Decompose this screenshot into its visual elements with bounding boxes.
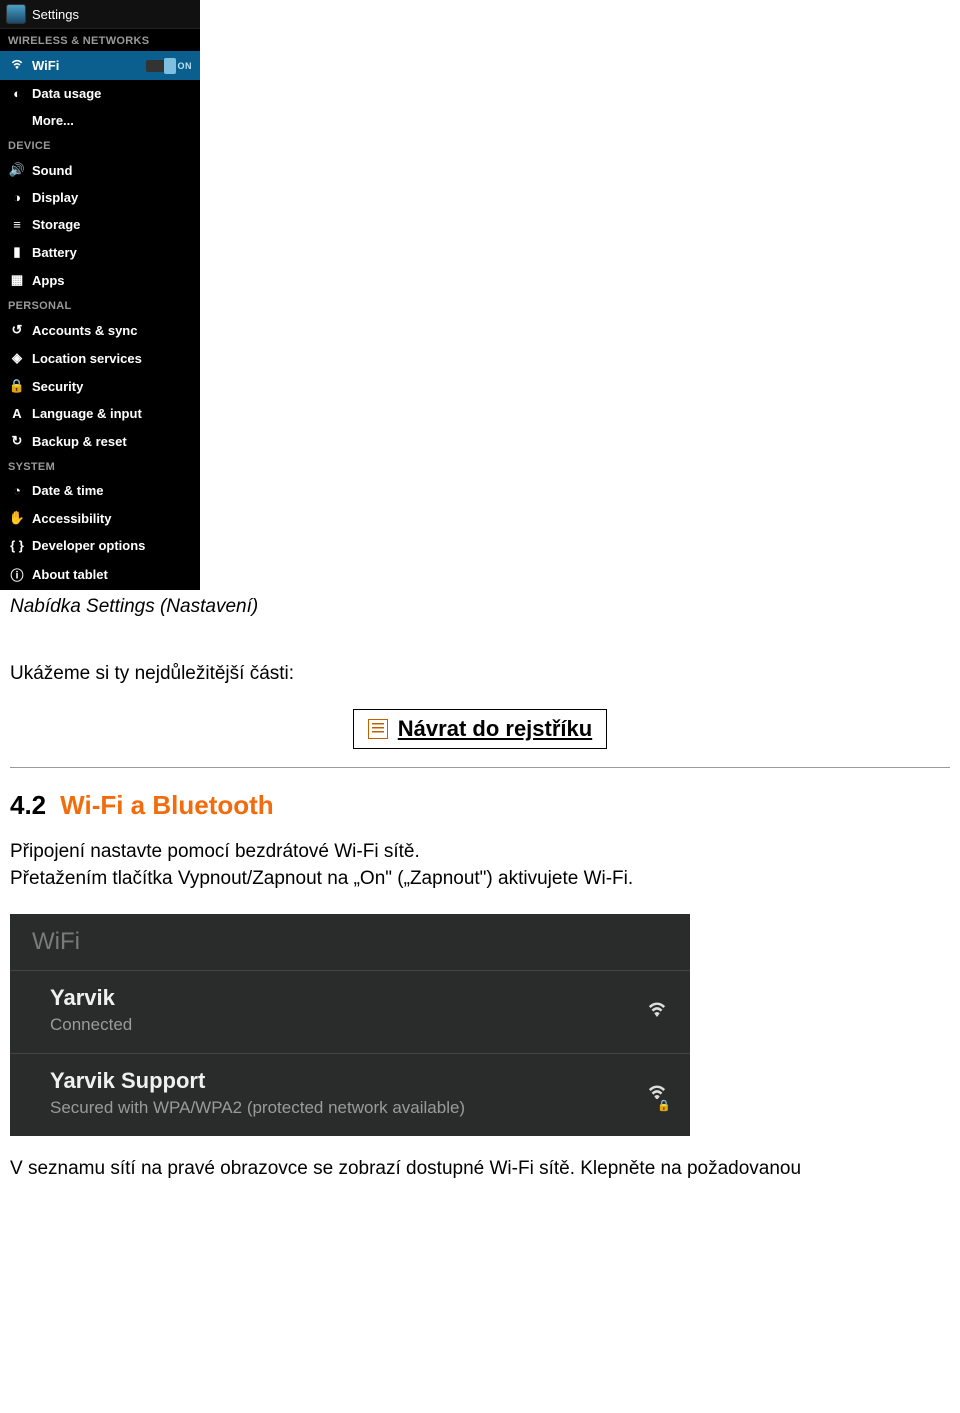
section-personal: PERSONAL	[0, 294, 200, 316]
wifi-network-name: Yarvik	[50, 985, 132, 1011]
hand-icon: ✋	[8, 510, 26, 526]
section-paragraph: Připojení nastavte pomocí bezdrátové Wi-…	[10, 839, 950, 892]
wifi-panel-title: WiFi	[10, 914, 690, 970]
item-developer[interactable]: { } Developer options	[0, 532, 200, 559]
item-sound[interactable]: 🔊 Sound	[0, 156, 200, 184]
item-accessibility[interactable]: ✋ Accessibility	[0, 504, 200, 532]
item-data-usage-label: Data usage	[32, 86, 101, 101]
item-security-label: Security	[32, 379, 83, 394]
backup-icon: ↻	[8, 433, 26, 449]
item-display-label: Display	[32, 190, 78, 205]
settings-title-bar: Settings	[0, 0, 200, 29]
item-battery[interactable]: ▮ Battery	[0, 238, 200, 266]
return-link-text: Návrat do rejstříku	[398, 716, 592, 742]
item-apps-label: Apps	[32, 273, 65, 288]
section-heading: 4.2 Wi-Fi a Bluetooth	[10, 790, 950, 821]
clock-icon: ◔	[8, 483, 26, 498]
return-to-index-link[interactable]: Návrat do rejstříku	[353, 709, 607, 749]
section-title: Wi-Fi a Bluetooth	[60, 790, 274, 821]
display-icon: ◑	[8, 190, 26, 205]
item-apps[interactable]: ▦ Apps	[0, 266, 200, 294]
item-about-label: About tablet	[32, 567, 108, 582]
item-display[interactable]: ◑ Display	[0, 184, 200, 211]
wifi-toggle[interactable]: ON	[146, 60, 193, 72]
item-storage[interactable]: ≡ Storage	[0, 211, 200, 238]
lock-badge-icon: 🔒	[656, 1099, 672, 1112]
item-datetime[interactable]: ◔ Date & time	[0, 477, 200, 504]
location-icon: ◈	[8, 350, 26, 366]
wifi-network-status: Connected	[50, 1015, 132, 1035]
sound-icon: 🔊	[8, 162, 26, 178]
apps-icon: ▦	[8, 272, 26, 288]
item-security[interactable]: 🔒 Security	[0, 372, 200, 400]
wifi-icon	[8, 57, 26, 74]
language-icon: A	[8, 406, 26, 421]
wifi-signal-secured-icon: 🔒	[646, 1080, 668, 1106]
section-device: DEVICE	[0, 134, 200, 156]
item-accounts-label: Accounts & sync	[32, 323, 137, 338]
settings-title: Settings	[32, 7, 79, 22]
item-wifi[interactable]: WiFi ON	[0, 51, 200, 80]
storage-icon: ≡	[8, 217, 26, 232]
item-battery-label: Battery	[32, 245, 77, 260]
list-icon	[368, 719, 388, 739]
wifi-list-screenshot: WiFi Yarvik Connected Yarvik Support Sec…	[10, 914, 690, 1136]
section-number: 4.2	[10, 790, 46, 821]
settings-app-icon	[6, 4, 26, 24]
item-location-label: Location services	[32, 351, 142, 366]
item-developer-label: Developer options	[32, 538, 145, 553]
lock-icon: 🔒	[8, 378, 26, 394]
intro-text: Ukážeme si ty nejdůležitější části:	[10, 663, 950, 685]
section-system: SYSTEM	[0, 455, 200, 477]
wifi-toggle-state: ON	[178, 61, 193, 71]
info-icon: ⓘ	[8, 565, 26, 584]
wifi-network-row[interactable]: Yarvik Connected	[10, 970, 690, 1053]
section-wireless: WIRELESS & NETWORKS	[0, 29, 200, 51]
item-backup[interactable]: ↻ Backup & reset	[0, 427, 200, 455]
data-usage-icon: ◐	[8, 86, 26, 101]
figure-caption: Nabídka Settings (Nastavení)	[10, 596, 950, 618]
sync-icon: ↺	[8, 322, 26, 338]
braces-icon: { }	[8, 538, 26, 553]
item-storage-label: Storage	[32, 217, 80, 232]
item-about[interactable]: ⓘ About tablet	[0, 559, 200, 590]
item-more-label: More...	[32, 113, 74, 128]
wifi-network-name: Yarvik Support	[50, 1068, 465, 1094]
wifi-network-status: Secured with WPA/WPA2 (protected network…	[50, 1098, 465, 1118]
wifi-network-row[interactable]: Yarvik Support Secured with WPA/WPA2 (pr…	[10, 1053, 690, 1136]
item-backup-label: Backup & reset	[32, 434, 127, 449]
battery-icon: ▮	[8, 244, 26, 260]
item-accounts[interactable]: ↺ Accounts & sync	[0, 316, 200, 344]
item-language-label: Language & input	[32, 406, 142, 421]
item-sound-label: Sound	[32, 163, 72, 178]
item-data-usage[interactable]: ◐ Data usage	[0, 80, 200, 107]
wifi-signal-icon	[646, 997, 668, 1023]
settings-screenshot: Settings WIRELESS & NETWORKS WiFi ON ◐ D…	[0, 0, 200, 590]
item-location[interactable]: ◈ Location services	[0, 344, 200, 372]
horizontal-rule	[10, 767, 950, 768]
item-more[interactable]: More...	[0, 107, 200, 134]
item-datetime-label: Date & time	[32, 483, 104, 498]
final-paragraph: V seznamu sítí na pravé obrazovce se zob…	[10, 1158, 950, 1180]
item-accessibility-label: Accessibility	[32, 511, 112, 526]
item-language[interactable]: A Language & input	[0, 400, 200, 427]
item-wifi-label: WiFi	[32, 58, 59, 73]
